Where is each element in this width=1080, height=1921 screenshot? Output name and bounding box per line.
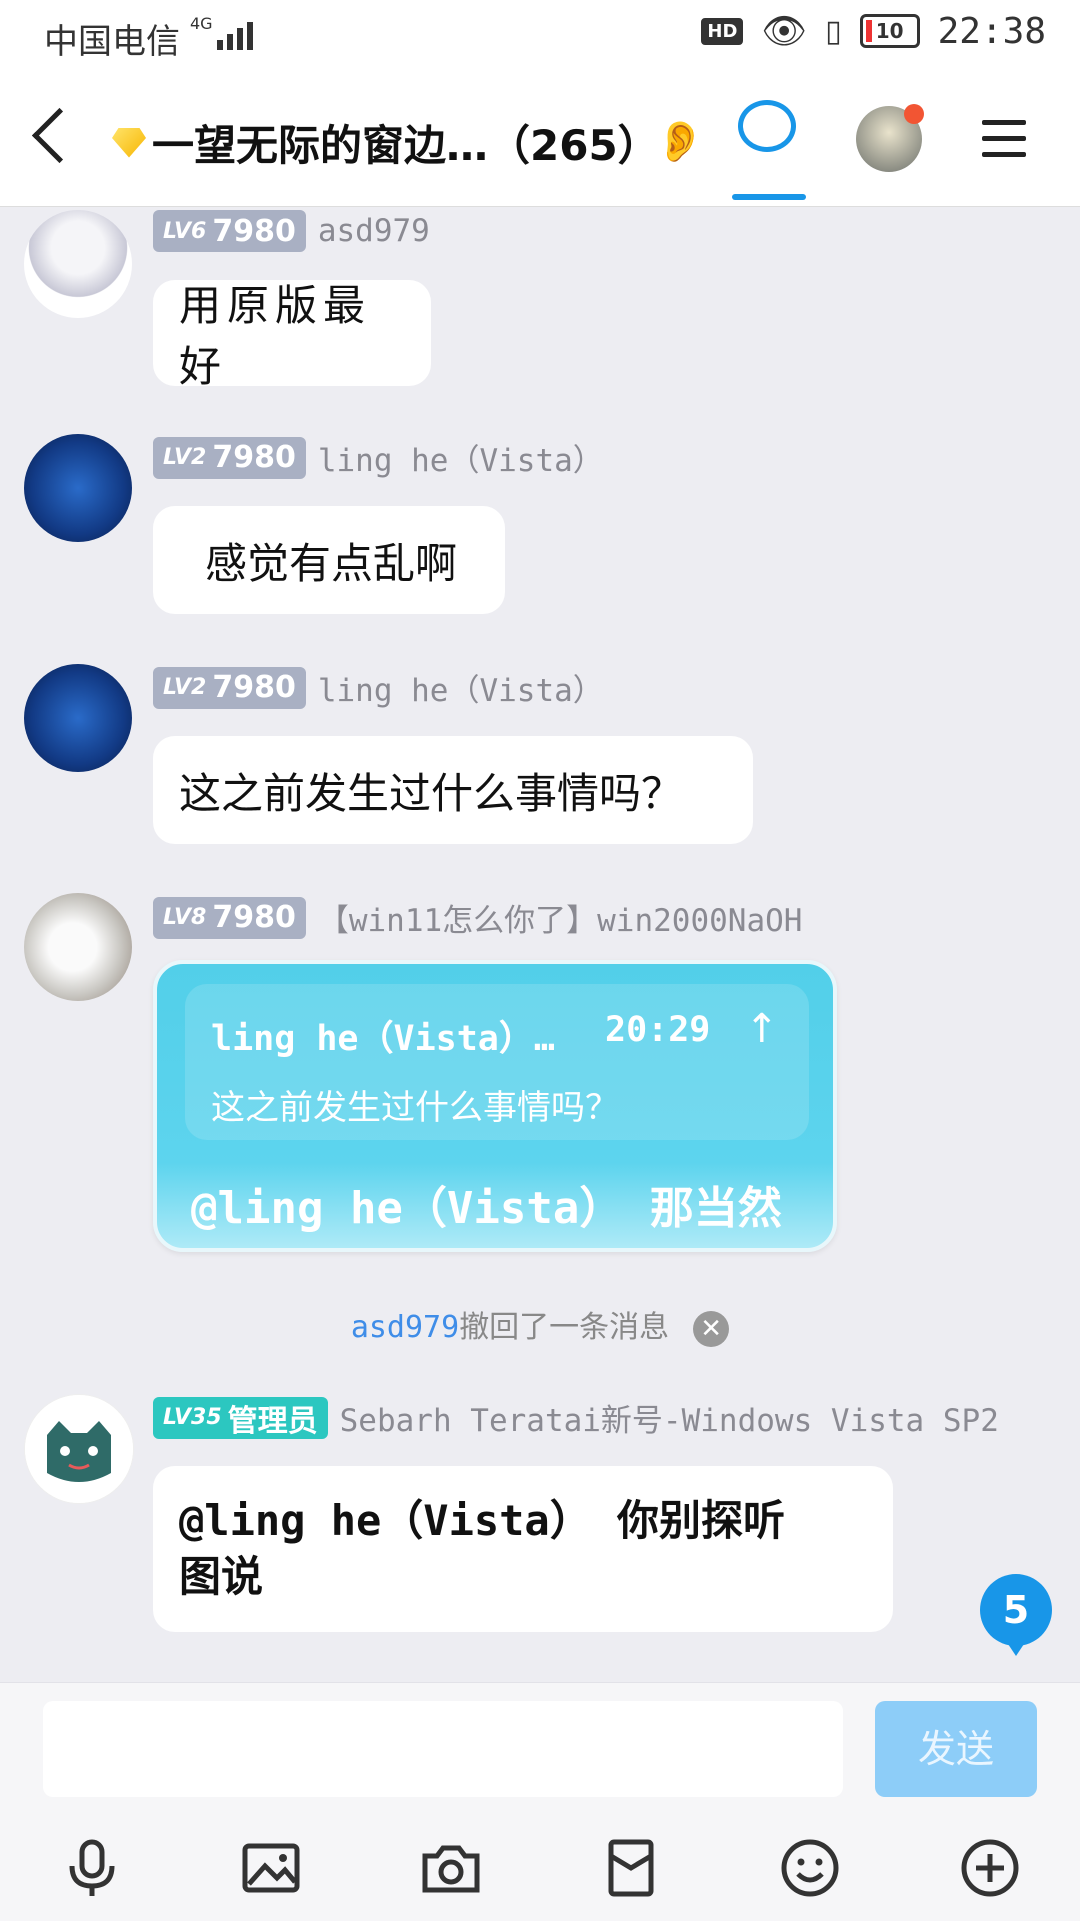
message-meta: LV6 7980 asd979: [153, 210, 430, 252]
level-badge: LV2 7980: [153, 436, 306, 479]
red-packet-icon[interactable]: [596, 1833, 666, 1903]
level-label: LV8: [163, 905, 207, 930]
points-label: 7980: [212, 900, 296, 935]
quote-sender: ling he（Vista）…: [211, 1019, 555, 1059]
message-text: @ling he（Vista） 你别探听图说: [179, 1496, 786, 1601]
quote-text: 这之前发生过什么事情吗？: [211, 1088, 619, 1128]
nickname[interactable]: 【win11怎么你了】win2000NaOH: [318, 895, 803, 940]
message-bubble[interactable]: @ling he（Vista） 你别探听图说: [153, 1466, 893, 1632]
notification-dot: [904, 104, 924, 124]
level-label: LV2: [163, 445, 207, 470]
recall-notice: asd979撤回了一条消息 ✕: [0, 1302, 1080, 1347]
nickname[interactable]: Sebarh Teratai新号-Windows Vista SP2: [340, 1395, 999, 1440]
reply-text: @ling he（Vista） 那当然: [191, 1183, 782, 1234]
message-bubble[interactable]: 用原版最好: [153, 280, 431, 391]
eye-icon: 👁: [761, 11, 808, 52]
chat-header: 一望无际的窗边…（265） 👂: [0, 76, 1080, 207]
avatar[interactable]: [24, 434, 132, 542]
group-title[interactable]: 一望无际的窗边…（265）: [112, 112, 660, 173]
vibrate-icon: ▯: [825, 13, 842, 49]
menu-icon[interactable]: [982, 120, 1026, 168]
clock: 22:38: [937, 10, 1046, 52]
message-meta: LV2 7980 ling he（Vista）: [153, 665, 604, 710]
input-bar: 发送: [0, 1682, 1080, 1921]
avatar[interactable]: [24, 893, 132, 1001]
group-title-text: 一望无际的窗边…（265）: [152, 121, 660, 170]
level-badge: LV6 7980: [153, 210, 306, 252]
frog-avatar-icon: [25, 1395, 133, 1503]
active-tab-indicator: [732, 194, 806, 200]
level-label: LV6: [163, 218, 207, 244]
carrier-label: 中国电信: [44, 22, 180, 62]
points-label: 7980: [212, 440, 296, 475]
ear-icon[interactable]: 👂: [655, 118, 705, 165]
admin-label: 管理员: [227, 1403, 318, 1439]
plus-icon[interactable]: [955, 1833, 1025, 1903]
special-message-bubble[interactable]: ling he（Vista）… 20:29 ↑ 这之前发生过什么事情吗？ @li…: [153, 960, 837, 1252]
microphone-icon[interactable]: [57, 1833, 127, 1903]
unread-count-badge[interactable]: 5: [980, 1574, 1052, 1656]
recall-text: 撤回了一条消息: [459, 1310, 670, 1345]
message-bubble[interactable]: 这之前发生过什么事情吗？: [153, 736, 753, 844]
close-icon[interactable]: ✕: [693, 1310, 730, 1347]
points-label: 7980: [212, 213, 296, 249]
nickname[interactable]: ling he（Vista）: [318, 665, 604, 710]
message-meta: LV35 管理员 Sebarh Teratai新号-Windows Vista S…: [153, 1395, 999, 1440]
battery-level: 10: [875, 19, 904, 43]
emoji-icon[interactable]: [775, 1833, 845, 1903]
toolbar: [0, 1833, 1080, 1913]
level-badge: LV2 7980: [153, 666, 306, 709]
avatar[interactable]: [24, 1394, 134, 1504]
level-label: LV35: [163, 1405, 222, 1430]
camera-icon[interactable]: [416, 1833, 486, 1903]
jump-to-quote-icon[interactable]: ↑: [745, 1006, 779, 1052]
message-meta: LV8 7980 【win11怎么你了】win2000NaOH: [153, 895, 802, 940]
status-bar: 中国电信 4G HD 👁 ▯ 10 22:38: [0, 0, 1080, 76]
message-input[interactable]: [43, 1701, 843, 1797]
level-badge: LV8 7980: [153, 896, 306, 939]
signal-icon: 4G: [190, 14, 253, 50]
battery-icon: 10: [859, 14, 920, 48]
diamond-icon: [112, 127, 146, 158]
hd-icon: HD: [701, 17, 744, 45]
nickname[interactable]: asd979: [318, 213, 430, 249]
message-bubble[interactable]: 感觉有点乱啊: [153, 506, 505, 614]
avatar[interactable]: [24, 664, 132, 772]
level-label: LV2: [163, 675, 207, 700]
quote-time: 20:29: [605, 1010, 711, 1050]
quoted-message[interactable]: ling he（Vista）… 20:29 ↑ 这之前发生过什么事情吗？: [185, 984, 809, 1140]
message-meta: LV2 7980 ling he（Vista）: [153, 435, 604, 480]
points-label: 7980: [212, 670, 296, 705]
level-badge: LV35 管理员: [153, 1396, 328, 1439]
send-button[interactable]: 发送: [875, 1701, 1037, 1797]
back-arrow-icon[interactable]: [31, 107, 88, 164]
status-right: HD 👁 ▯ 10 22:38: [701, 10, 1046, 52]
avatar[interactable]: [24, 210, 132, 318]
network-type: 4G: [190, 14, 213, 33]
recall-user[interactable]: asd979: [351, 1310, 459, 1345]
image-icon[interactable]: [236, 1833, 306, 1903]
chat-bubble-icon[interactable]: [738, 100, 796, 152]
nickname[interactable]: ling he（Vista）: [318, 435, 604, 480]
